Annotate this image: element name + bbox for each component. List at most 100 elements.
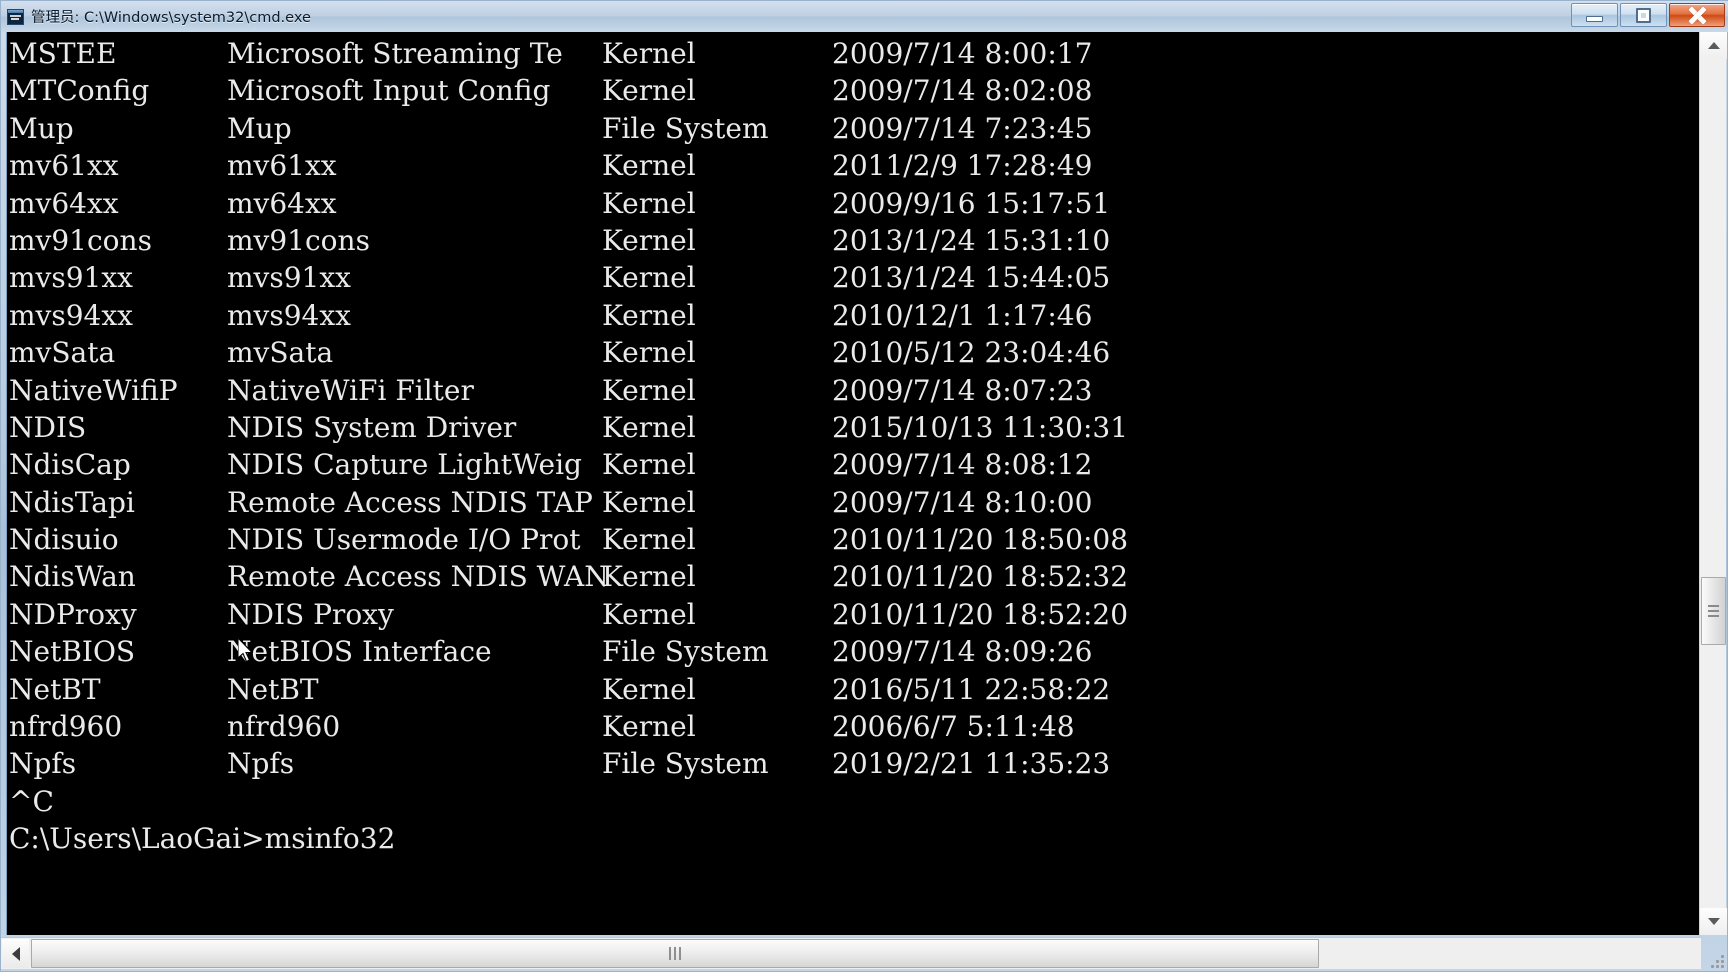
console-row: NdisTapi Remote Access NDIS TAP Kernel 2009… xyxy=(9,484,1701,521)
console-row: mvs91xx mvs91xx Kernel 2013/1/24 15:44:05 xyxy=(9,259,1701,296)
driver-type: File System xyxy=(602,635,769,669)
driver-type: Kernel xyxy=(602,298,696,332)
driver-date: 2009/7/14 8:02:08 xyxy=(832,74,1093,108)
driver-description: mv91cons xyxy=(227,223,370,257)
driver-description: NDIS Capture LightWeig xyxy=(227,448,582,482)
driver-type: Kernel xyxy=(602,223,696,257)
driver-type: Kernel xyxy=(602,523,696,557)
maximize-button[interactable] xyxy=(1620,3,1667,27)
driver-description: NativeWiFi Filter xyxy=(227,373,474,407)
driver-description: NDIS Proxy xyxy=(227,597,394,631)
maximize-icon xyxy=(1636,7,1651,23)
driver-description: Microsoft Streaming Te xyxy=(227,37,563,70)
driver-name: NdisTapi xyxy=(9,485,135,519)
driver-name: mvs94xx xyxy=(9,298,133,332)
driver-name: NDIS xyxy=(9,410,87,444)
driver-type: Kernel xyxy=(602,560,696,594)
driver-description: Remote Access NDIS WAN xyxy=(227,560,609,594)
driver-name: Mup xyxy=(9,111,74,145)
driver-description: mvs91xx xyxy=(227,261,351,295)
console-row: NdisWan Remote Access NDIS WANKernel 2010/… xyxy=(9,558,1701,595)
console-row: mv61xx mv61xx Kernel 2011/2/9 17:28:49 xyxy=(9,147,1701,184)
driver-date: 2009/7/14 8:00:17 xyxy=(832,37,1093,70)
driver-name: NetBIOS xyxy=(9,635,136,669)
driver-description: mv61xx xyxy=(227,149,337,183)
driver-description: Remote Access NDIS TAP xyxy=(227,485,593,519)
console-viewport[interactable]: MSTEE Microsoft Streaming Te Kernel 2009/7/… xyxy=(6,32,1701,935)
close-button[interactable] xyxy=(1669,3,1725,27)
driver-date: 2009/7/14 8:09:26 xyxy=(832,635,1093,669)
console-row: NDIS NDIS System Driver Kernel 2015/10/13 1… xyxy=(9,409,1701,446)
driver-description: Mup xyxy=(227,111,292,145)
scroll-down-arrow-button[interactable] xyxy=(1700,908,1727,935)
driver-date: 2011/2/9 17:28:49 xyxy=(832,149,1093,183)
console-row: Mup Mup File System 2009/7/14 7:23:45 xyxy=(9,110,1701,147)
driver-type: Kernel xyxy=(602,261,696,295)
interrupt-line: ^C xyxy=(9,784,54,818)
driver-type: Kernel xyxy=(602,410,696,444)
console-output[interactable]: MSTEE Microsoft Streaming Te Kernel 2009/7/… xyxy=(7,32,1701,935)
driver-type: Kernel xyxy=(602,37,696,70)
console-row: MSTEE Microsoft Streaming Te Kernel 2009/7/… xyxy=(9,35,1701,72)
driver-date: 2009/7/14 8:08:12 xyxy=(832,448,1093,482)
console-row: mvs94xx mvs94xx Kernel 2010/12/1 1:17:46 xyxy=(9,297,1701,334)
driver-type: Kernel xyxy=(602,186,696,220)
driver-date: 2009/7/14 8:07:23 xyxy=(832,373,1093,407)
driver-name: NDProxy xyxy=(9,597,137,631)
console-row: mv91cons mv91cons Kernel 2013/1/24 15:31:10 xyxy=(9,222,1701,259)
driver-name: mv61xx xyxy=(9,149,119,183)
scroll-up-arrow-button[interactable] xyxy=(1700,32,1727,59)
close-icon xyxy=(1688,6,1707,25)
command-prompt-line[interactable]: C:\Users\LaoGai>msinfo32 xyxy=(9,820,1701,857)
driver-name: mvs91xx xyxy=(9,261,133,295)
console-row: Npfs Npfs File System 2019/2/21 11:35:23 xyxy=(9,745,1701,782)
driver-name: Ndisuio xyxy=(9,523,119,557)
driver-name: mv64xx xyxy=(9,186,119,220)
driver-type: Kernel xyxy=(602,710,696,744)
driver-description: NetBIOS Interface xyxy=(227,635,492,669)
driver-description: mvs94xx xyxy=(227,298,351,332)
driver-name: mv91cons xyxy=(9,223,152,257)
vertical-scrollbar-thumb[interactable] xyxy=(1701,577,1726,645)
driver-type: Kernel xyxy=(602,448,696,482)
driver-name: NetBT xyxy=(9,672,101,706)
title-bar[interactable]: 管理员: C:\Windows\system32\cmd.exe xyxy=(1,1,1728,32)
driver-date: 2010/5/12 23:04:46 xyxy=(832,336,1111,370)
driver-type: Kernel xyxy=(602,149,696,183)
driver-name: NdisCap xyxy=(9,448,131,482)
console-row: nfrd960 nfrd960 Kernel 2006/6/7 5:11:48 xyxy=(9,708,1701,745)
driver-name: mvSata xyxy=(9,336,116,370)
driver-date: 2010/11/20 18:52:20 xyxy=(832,597,1129,631)
horizontal-scrollbar-thumb[interactable] xyxy=(31,939,1319,968)
resize-grip[interactable] xyxy=(1703,947,1725,969)
driver-name: nfrd960 xyxy=(9,710,123,744)
driver-description: nfrd960 xyxy=(227,710,341,744)
driver-date: 2019/2/21 11:35:23 xyxy=(832,747,1111,781)
chevron-left-icon xyxy=(11,946,20,961)
driver-type: File System xyxy=(602,111,769,145)
driver-name: NativeWifiP xyxy=(9,373,178,407)
console-row: Ndisuio NDIS Usermode I/O Prot Kernel 2010/… xyxy=(9,521,1701,558)
minimize-button[interactable] xyxy=(1571,3,1618,27)
driver-name: NdisWan xyxy=(9,560,136,594)
vertical-scrollbar[interactable] xyxy=(1699,32,1727,935)
driver-type: Kernel xyxy=(602,672,696,706)
driver-description: NDIS System Driver xyxy=(227,410,517,444)
driver-date: 2009/7/14 8:10:00 xyxy=(832,485,1093,519)
driver-name: MSTEE xyxy=(9,37,117,70)
horizontal-scrollbar[interactable] xyxy=(1,937,1701,969)
driver-type: Kernel xyxy=(602,74,696,108)
driver-date: 2006/6/7 5:11:48 xyxy=(832,710,1075,744)
minimize-icon xyxy=(1586,15,1603,22)
console-window: 管理员: C:\Windows\system32\cmd.exe MSTEE Mi… xyxy=(0,0,1728,972)
driver-date: 2010/11/20 18:52:32 xyxy=(832,560,1129,594)
driver-date: 2009/7/14 7:23:45 xyxy=(832,111,1093,145)
driver-description: mvSata xyxy=(227,336,334,370)
driver-description: NDIS Usermode I/O Prot xyxy=(227,523,581,557)
driver-type: Kernel xyxy=(602,373,696,407)
console-row: MTConfig Microsoft Input Config Kernel 2009… xyxy=(9,72,1701,109)
driver-description: Npfs xyxy=(227,747,295,781)
driver-type: Kernel xyxy=(602,597,696,631)
scroll-left-arrow-button[interactable] xyxy=(2,939,29,968)
console-row: mv64xx mv64xx Kernel 2009/9/16 15:17:51 xyxy=(9,185,1701,222)
